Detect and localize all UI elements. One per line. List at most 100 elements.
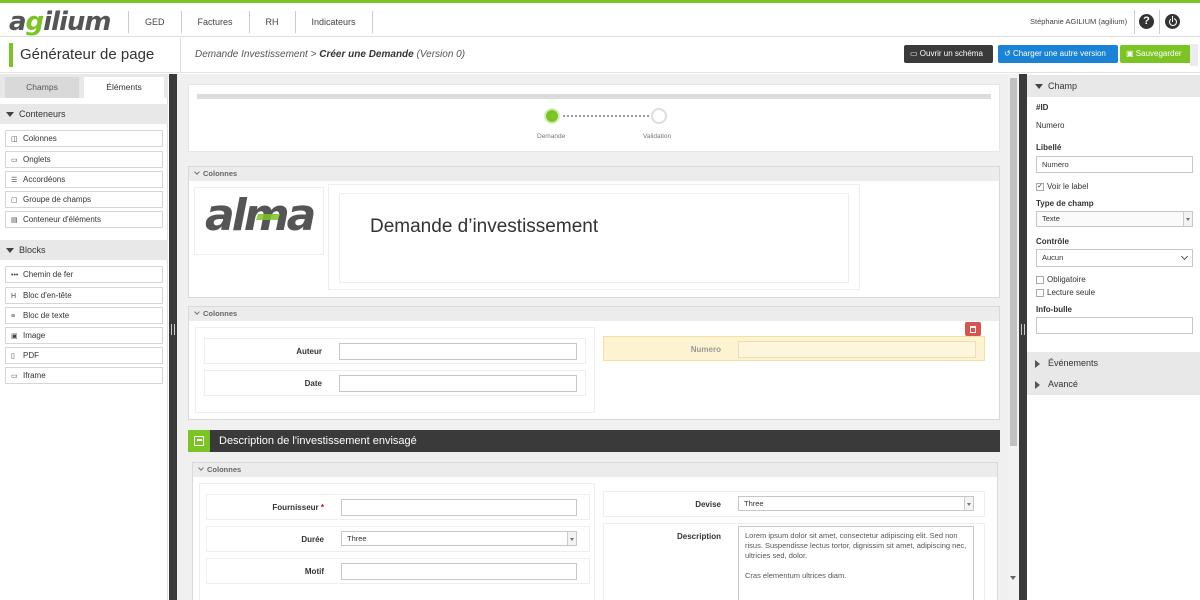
element-label: Accordéons: [23, 175, 66, 184]
tab-champs[interactable]: Champs: [5, 77, 79, 98]
chevron-down-icon: [194, 309, 200, 315]
step-block[interactable]: Demande Validation: [188, 84, 1000, 152]
step-demande-dot[interactable]: [544, 108, 560, 124]
step-demande-label: Demande: [537, 133, 566, 140]
block-en-tete[interactable]: H Bloc d'en-tête: [5, 287, 163, 304]
title-column[interactable]: Demande d’investissement: [328, 184, 860, 290]
conteneurs-section-header[interactable]: Conteneurs: [0, 104, 168, 124]
colonnes-container-3[interactable]: Colonnes Fournisseur * Durée Three Motif…: [192, 462, 998, 600]
voir-label-checkbox[interactable]: ✓: [1036, 183, 1044, 191]
auteur-input[interactable]: [339, 343, 577, 360]
numero-input[interactable]: [738, 341, 976, 358]
fournisseur-input[interactable]: [341, 499, 577, 516]
field-auteur[interactable]: Auteur: [204, 338, 586, 364]
agilium-logo[interactable]: agilium: [9, 7, 112, 37]
scroll-down-icon[interactable]: [1010, 576, 1016, 580]
select-arrow-icon: [567, 532, 576, 545]
save-button[interactable]: ▣ Sauvegarder: [1120, 45, 1191, 63]
top-nav: GED Factures RH Indicateurs: [128, 11, 373, 33]
element-onglets[interactable]: ▭ Onglets: [5, 151, 163, 168]
block-texte[interactable]: ≡ Bloc de texte: [5, 307, 163, 324]
canvas-scrollbar[interactable]: [1008, 74, 1019, 600]
scrollbar-thumb[interactable]: [1010, 78, 1017, 446]
caret-right-icon: [1035, 359, 1040, 368]
user-name[interactable]: Stéphanie AGILIUM (agilium): [1030, 17, 1127, 26]
nav-factures[interactable]: Factures: [180, 11, 249, 33]
lecture-seule-text: Lecture seule: [1047, 288, 1096, 297]
field-date[interactable]: Date: [204, 370, 586, 396]
evenements-section-header[interactable]: Événements: [1027, 352, 1200, 374]
section-header-block[interactable]: Description de l'investissement envisagé: [188, 430, 1000, 452]
field-devise[interactable]: Devise Three: [603, 491, 985, 517]
colonnes-container-2[interactable]: Colonnes Auteur Date Numero: [188, 306, 1000, 420]
left-splitter[interactable]: [169, 74, 177, 600]
field-description[interactable]: Description Lorem ipsum dolor sit amet, …: [603, 523, 985, 600]
controle-value: Aucun: [1042, 253, 1064, 262]
list-icon: ☰: [11, 177, 18, 184]
block-iframe[interactable]: ▭ Iframe: [5, 367, 163, 384]
save-icon: ▣: [1126, 49, 1136, 58]
lecture-seule-checkbox[interactable]: [1036, 289, 1044, 297]
logo-column[interactable]: alma: [194, 187, 324, 255]
colonnes-header[interactable]: Colonnes: [193, 463, 997, 477]
breadcrumb-root[interactable]: Demande Investissement: [195, 49, 308, 60]
block-label: PDF: [23, 351, 39, 360]
header-block[interactable]: Demande d’investissement: [339, 193, 849, 283]
tab-elements[interactable]: Éléments: [84, 77, 164, 98]
libelle-input[interactable]: Numero: [1036, 156, 1193, 173]
duree-select[interactable]: Three: [341, 531, 577, 546]
colonnes-header[interactable]: Colonnes: [189, 167, 999, 181]
motif-input[interactable]: [341, 563, 577, 580]
element-accordeons[interactable]: ☰ Accordéons: [5, 171, 163, 188]
element-label: Groupe de champs: [23, 195, 92, 204]
element-groupe-de-champs[interactable]: ▢ Groupe de champs: [5, 191, 163, 208]
field-duree[interactable]: Durée Three: [206, 526, 590, 552]
devise-select-value: Three: [744, 499, 764, 508]
blocks-section-header[interactable]: Blocks: [0, 240, 168, 260]
infobulle-input[interactable]: [1036, 317, 1193, 334]
open-schema-button[interactable]: ▭ Ouvrir un schéma: [904, 45, 993, 63]
block-image[interactable]: ▣ Image: [5, 327, 163, 344]
image-icon: ▣: [11, 333, 18, 340]
load-version-button[interactable]: ↺ Charger une autre version: [998, 45, 1118, 63]
right-column[interactable]: Numero: [595, 322, 995, 413]
field-fournisseur[interactable]: Fournisseur *: [206, 494, 590, 520]
block-chemin-de-fer[interactable]: ••• Chemin de fer: [5, 266, 163, 283]
type-champ-select[interactable]: Texte: [1036, 211, 1193, 227]
controle-select[interactable]: Aucun: [1036, 249, 1193, 267]
load-version-label: Charger une autre version: [1012, 49, 1106, 58]
colonnes-container-1[interactable]: Colonnes alma Demande d’investissement: [188, 166, 1000, 298]
section-title: Description de l'investissement envisagé: [219, 435, 417, 447]
step-validation-dot[interactable]: [651, 108, 667, 124]
avance-section-header[interactable]: Avancé: [1027, 373, 1200, 395]
field-motif[interactable]: Motif: [206, 558, 590, 584]
champ-section-header[interactable]: Champ: [1027, 75, 1200, 97]
element-colonnes[interactable]: ◫ Colonnes: [5, 130, 163, 147]
right-splitter[interactable]: [1019, 74, 1027, 600]
nav-indicateurs[interactable]: Indicateurs: [294, 11, 373, 33]
field-numero-selected[interactable]: Numero: [603, 336, 985, 361]
obligatoire-checkbox[interactable]: [1036, 276, 1044, 284]
right-column[interactable]: Devise Three Description Lorem ipsum dol…: [599, 483, 991, 600]
logout-power-icon[interactable]: [1165, 14, 1180, 29]
date-label: Date: [304, 379, 322, 388]
description-textarea[interactable]: Lorem ipsum dolor sit amet, consectetur …: [738, 526, 974, 600]
colonnes-header[interactable]: Colonnes: [189, 307, 999, 321]
left-column[interactable]: Fournisseur * Durée Three Motif: [199, 483, 595, 600]
colonnes-title: Colonnes: [203, 169, 238, 178]
delete-field-button[interactable]: [965, 322, 981, 336]
block-label: Bloc de texte: [23, 311, 70, 320]
help-icon[interactable]: ?: [1139, 14, 1154, 29]
iframe-icon: ▭: [11, 373, 18, 380]
block-pdf[interactable]: ▯ PDF: [5, 347, 163, 364]
header-scrollbar[interactable]: [1190, 44, 1198, 66]
numero-label: Numero: [690, 345, 721, 354]
nav-ged[interactable]: GED: [128, 11, 181, 33]
left-column[interactable]: Auteur Date: [195, 327, 595, 413]
history-icon: ↺: [1004, 49, 1013, 58]
element-conteneur-elements[interactable]: ▤ Conteneur d'éléments: [5, 211, 163, 228]
step-progress-track: [197, 94, 991, 99]
date-input[interactable]: [339, 375, 577, 392]
devise-select[interactable]: Three: [738, 496, 974, 511]
nav-rh[interactable]: RH: [248, 11, 295, 33]
